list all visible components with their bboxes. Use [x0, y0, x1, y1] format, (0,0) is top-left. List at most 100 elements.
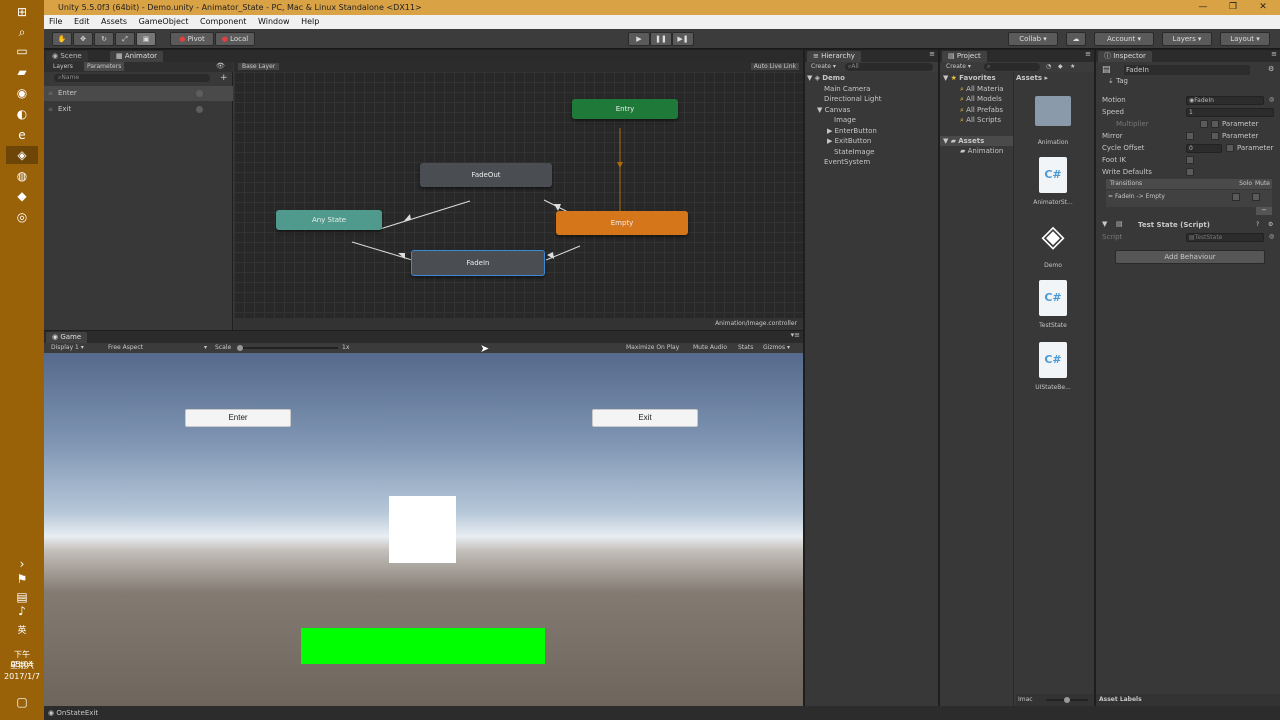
state-name-field[interactable]: FadeIn [1124, 65, 1250, 75]
speed-field[interactable]: 1 [1186, 108, 1274, 117]
game-enter-button[interactable]: Enter [185, 409, 291, 427]
asset-animation-folder[interactable]: Animation [1024, 96, 1082, 146]
component-settings-icon[interactable]: ⚙ [1268, 221, 1273, 228]
tab-project[interactable]: ▤ Project [942, 51, 987, 62]
hierarchy-item[interactable]: Image [807, 115, 882, 126]
panel-menu-icon[interactable]: ≡ [1085, 50, 1091, 58]
menu-gameobject[interactable]: GameObject [139, 17, 189, 26]
cycle-param-checkbox[interactable] [1226, 144, 1234, 152]
filter-type-icon[interactable]: ◔ [1046, 62, 1051, 72]
browser-icon[interactable]: ◍ [12, 167, 32, 185]
settings-icon[interactable]: ⚙ [1268, 65, 1274, 73]
param-row-enter[interactable]: ≡ Enter [44, 86, 233, 101]
game-exit-button[interactable]: Exit [592, 409, 698, 427]
favorite-item[interactable]: ⌕ All Prefabs [940, 105, 1013, 116]
remove-transition-button[interactable]: − [1256, 207, 1272, 215]
ime-indicator[interactable]: 英 [4, 626, 40, 636]
favorites-header[interactable]: ▼ ★ Favorites [940, 73, 1013, 84]
trigger-radio-exit[interactable] [196, 106, 203, 113]
chrome-icon[interactable]: ◉ [12, 84, 32, 102]
parameter-search[interactable]: ⌕Name [54, 74, 210, 82]
favorite-item[interactable]: ⌕ All Materia [940, 84, 1013, 95]
close-button[interactable]: ✕ [1248, 0, 1278, 15]
favorite-item[interactable]: ⌕ All Models [940, 94, 1013, 105]
param-name-enter[interactable]: Enter [58, 89, 77, 97]
menu-window[interactable]: Window [258, 17, 290, 26]
hierarchy-item[interactable]: StateImage [807, 147, 882, 158]
maximize-button[interactable]: ❐ [1218, 0, 1248, 15]
hierarchy-item-exitbutton[interactable]: ▶ ExitButton [807, 136, 882, 147]
maximize-on-play-toggle[interactable]: Maximize On Play [626, 343, 679, 353]
app-icon[interactable]: ◎ [12, 208, 32, 226]
motion-field[interactable]: ◉FadeIn [1186, 96, 1264, 105]
project-create-dropdown[interactable]: Create ▾ [946, 62, 971, 72]
tab-scene[interactable]: ◉ Scene [46, 51, 88, 62]
collab-dropdown[interactable]: Collab ▾ [1008, 32, 1058, 46]
hierarchy-item[interactable]: Directional Light [807, 94, 882, 105]
favorite-icon[interactable]: ★ [1070, 62, 1075, 72]
solo-checkbox[interactable] [1232, 193, 1240, 201]
menu-help[interactable]: Help [301, 17, 319, 26]
fadein-state-node[interactable]: FadeIn [411, 250, 545, 276]
aspect-dropdown[interactable]: Free Aspect [108, 343, 143, 353]
panel-menu-icon[interactable]: ≡ [1271, 50, 1277, 58]
hierarchy-search[interactable]: ⌕All [845, 63, 933, 71]
asset-uistatebehaviour-script[interactable]: C# UIStateBe... [1024, 342, 1082, 391]
cycle-offset-field[interactable]: 0 [1186, 144, 1222, 153]
minimize-button[interactable]: — [1188, 0, 1218, 15]
foot-ik-checkbox[interactable] [1186, 156, 1194, 164]
add-parameter-button[interactable]: + [220, 73, 228, 83]
pause-button[interactable]: ❚❚ [650, 32, 672, 46]
param-row-exit[interactable]: ≡ Exit [44, 102, 233, 117]
layout-dropdown[interactable]: Layout ▾ [1220, 32, 1270, 46]
fadeout-state-node[interactable]: FadeOut [420, 163, 552, 187]
eye-icon[interactable]: 👁 [216, 62, 225, 70]
mute-checkbox[interactable] [1252, 193, 1260, 201]
assets-root[interactable]: ▼ ▰ Assets [940, 135, 1013, 146]
step-button[interactable]: ▶❚ [672, 32, 694, 46]
rotate-tool-icon[interactable]: ↻ [94, 32, 114, 46]
scene-item[interactable]: ▼ ◈ Demo [807, 73, 882, 84]
multiplier-field[interactable] [1200, 120, 1208, 128]
script-component-title[interactable]: Test State (Script) [1138, 221, 1210, 229]
script-foldout-icon[interactable]: ▼ [1102, 220, 1107, 228]
local-toggle[interactable]: ● Local [215, 32, 255, 46]
tag-row[interactable]: ⇣ Tag [1108, 77, 1128, 85]
filter-label-icon[interactable]: ◆ [1058, 62, 1063, 72]
mirror-checkbox[interactable] [1186, 132, 1194, 140]
tray-icons[interactable]: ⚑ [12, 570, 32, 588]
account-dropdown[interactable]: Account ▾ [1094, 32, 1154, 46]
status-bar[interactable]: ◉ OnStateExit [44, 706, 1280, 720]
rect-tool-icon[interactable]: ▣ [136, 32, 156, 46]
visual-studio-icon[interactable]: ◆ [12, 187, 32, 205]
edge-icon[interactable]: e [12, 126, 32, 144]
tab-inspector[interactable]: ⓘ Inspector [1098, 51, 1152, 62]
asset-animatorstate-script[interactable]: C# AnimatorSt... [1024, 157, 1082, 206]
subtab-parameters[interactable]: Parameters [84, 62, 125, 71]
drag-handle-icon[interactable]: ≡ [48, 90, 53, 97]
menu-edit[interactable]: Edit [74, 17, 90, 26]
help-icon[interactable]: ? [1256, 221, 1259, 228]
pivot-toggle[interactable]: ● Pivot [170, 32, 214, 46]
asset-teststate-script[interactable]: C# TestState [1024, 280, 1082, 329]
aspect-chevron-icon[interactable]: ▾ [204, 343, 207, 353]
cloud-icon[interactable]: ☁ [1066, 32, 1086, 46]
multiplier-param-checkbox[interactable] [1211, 120, 1219, 128]
hierarchy-item-enterbutton[interactable]: ▶ EnterButton [807, 126, 882, 137]
display-dropdown[interactable]: Display 1 ▾ [51, 343, 84, 353]
play-button[interactable]: ▶ [628, 32, 650, 46]
mute-audio-toggle[interactable]: Mute Audio [693, 343, 727, 353]
any-state-node[interactable]: Any State [276, 210, 382, 230]
add-behaviour-button[interactable]: Add Behaviour [1115, 250, 1265, 264]
task-view-icon[interactable]: ▭ [12, 42, 32, 60]
empty-state-node[interactable]: Empty [556, 211, 688, 235]
icon-size-slider-handle[interactable] [1064, 697, 1070, 703]
write-defaults-checkbox[interactable] [1186, 168, 1194, 176]
object-picker-icon[interactable]: ◎ [1269, 96, 1274, 103]
transition-item[interactable]: = FadeIn -> Empty [1106, 190, 1272, 207]
hierarchy-item[interactable]: EventSystem [807, 157, 882, 168]
drag-handle-icon[interactable]: ≡ [48, 106, 53, 113]
steam-icon[interactable]: ◐ [12, 105, 32, 123]
volume-icon[interactable]: ♪ [12, 602, 32, 620]
panel-menu-icon[interactable]: ≡ [929, 50, 935, 58]
